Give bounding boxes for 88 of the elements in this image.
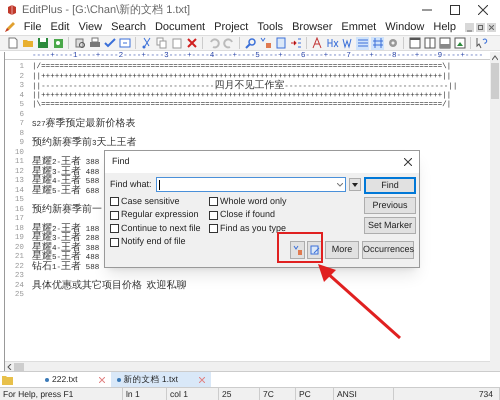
restore-icon (478, 24, 483, 30)
print-preview-icon[interactable] (74, 37, 86, 49)
find-button[interactable]: Find (364, 177, 416, 194)
save-all-icon[interactable] (52, 37, 64, 49)
status-text: ANSI (334, 388, 394, 400)
previous-button[interactable]: Previous (364, 197, 416, 214)
help-pointer-icon[interactable] (476, 37, 488, 49)
app-logo-icon (6, 4, 18, 16)
menu-item[interactable]: Help (433, 18, 456, 36)
split-window-icon[interactable] (424, 37, 436, 49)
menu-item[interactable]: Tools (257, 18, 284, 36)
close-icon[interactable] (478, 5, 488, 15)
checkbox-label: Find as you type (220, 222, 286, 235)
indent-list-icon[interactable] (290, 37, 302, 49)
scrollbar-thumb[interactable] (491, 63, 499, 99)
status-text: 25 (219, 388, 260, 400)
checkbox[interactable] (209, 210, 218, 220)
checkbox-label: Close if found (220, 208, 276, 222)
search-field[interactable] (156, 177, 346, 192)
status-text: 734 (394, 388, 500, 400)
output-window-icon[interactable] (438, 37, 450, 49)
checkbox-label: Regular expression (121, 208, 199, 222)
menu-item[interactable]: Project (214, 18, 248, 36)
status-text: col 1 (167, 388, 219, 400)
checkbox[interactable] (209, 197, 218, 206)
status-text: For Help, press F1 (0, 388, 123, 400)
menu-item[interactable]: File (24, 18, 42, 36)
checkbox[interactable] (110, 197, 119, 206)
dropdown-button[interactable] (349, 178, 361, 191)
find-what-label: Find what: (110, 178, 153, 191)
hex-icon[interactable] (326, 37, 338, 49)
pencil-icon (4, 21, 15, 33)
window-title: EditPlus - [G:\Chan\新的文档 1.txt] (22, 2, 190, 18)
horizontal-scrollbar-thumb[interactable] (14, 362, 24, 370)
checkbox-label: Case sensitive (121, 194, 180, 208)
font-icon[interactable] (312, 37, 324, 49)
checkbox[interactable] (110, 224, 119, 233)
menu-item[interactable]: Edit (50, 18, 70, 36)
document-edit-button[interactable] (307, 241, 322, 259)
status-text: ln 1 (123, 388, 167, 400)
checkbox[interactable] (209, 224, 218, 233)
checkbox-label: Notify end of file (121, 235, 186, 248)
highlight-rectangle (277, 232, 323, 263)
menu-item[interactable]: Document (154, 18, 206, 36)
tab-label: 222.txt (52, 373, 78, 386)
copy-icon[interactable] (156, 37, 168, 49)
tab-label: 新的文档 1.txt (124, 373, 178, 386)
mdi-restore-button[interactable] (476, 22, 485, 32)
code-line: 预约新赛季前一 (32, 204, 102, 216)
menu-item[interactable]: Search (111, 18, 146, 36)
menu-item[interactable]: Browser (292, 18, 332, 36)
status-text: 7C (260, 388, 296, 400)
window-icon[interactable] (408, 37, 420, 49)
close-tab-icon[interactable] (98, 376, 105, 382)
menu-item[interactable]: View (78, 18, 102, 36)
close-tab-icon[interactable] (198, 376, 205, 382)
occurrences-button[interactable]: Occurrences (362, 241, 414, 259)
menu-item[interactable]: Window (385, 18, 424, 36)
scroll-up-icon[interactable] (492, 55, 498, 61)
checkbox-label: Continue to next file (121, 222, 201, 235)
dialog-title: Find (112, 155, 130, 168)
chevron-down-icon[interactable] (337, 182, 343, 186)
search-icon[interactable] (244, 37, 256, 49)
checkbox-label: Whole word only (220, 194, 287, 208)
spell-check-icon[interactable] (104, 37, 116, 49)
image-window-icon[interactable] (454, 37, 466, 49)
printer-icon[interactable] (88, 37, 100, 49)
new-file-icon[interactable] (6, 37, 18, 49)
scissors-icon[interactable] (140, 37, 152, 49)
menu-item[interactable]: Emmet (341, 18, 376, 36)
minimize-icon (467, 28, 472, 32)
file-tab[interactable]: 新的文档 1.txt (110, 372, 211, 387)
delete-icon[interactable] (186, 37, 198, 49)
maximize-icon[interactable] (450, 5, 460, 15)
set-marker-button[interactable]: Set Marker (364, 217, 416, 234)
status-text: PC (296, 388, 334, 400)
triangle-down-icon (352, 182, 358, 186)
checkbox[interactable] (110, 210, 119, 220)
mdi-minimize-button[interactable] (465, 22, 474, 32)
scroll-left-icon[interactable] (7, 364, 12, 370)
close-icon[interactable] (404, 158, 412, 166)
close-icon (489, 24, 494, 30)
code-line: 具体优惠或其它项目价格 欢迎私聊 (32, 280, 187, 292)
save-icon[interactable] (36, 37, 48, 49)
checkbox[interactable] (110, 238, 119, 246)
mdi-close-button[interactable] (487, 22, 496, 32)
more-button[interactable]: More (325, 241, 359, 259)
text-color-button[interactable] (290, 241, 305, 259)
